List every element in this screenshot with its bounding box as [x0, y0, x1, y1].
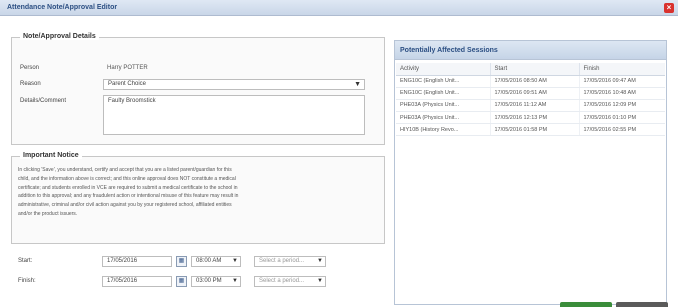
notice-legend: Important Notice: [20, 152, 82, 159]
column-header-start[interactable]: Start: [490, 63, 580, 76]
person-value: Harry POTTER: [107, 65, 148, 71]
sessions-header: Potentially Affected Sessions: [395, 41, 666, 60]
notice-line: addition to this approval; and any fraud…: [18, 193, 239, 200]
notice-line: administrative, criminal and/or civil ac…: [18, 202, 232, 209]
chevron-down-icon[interactable]: ▼: [317, 278, 323, 284]
start-time-value: 08:00 AM: [196, 258, 222, 264]
finish-time-select[interactable]: 03:00 PM ▼: [191, 276, 241, 287]
calendar-icon[interactable]: ▦: [176, 256, 187, 267]
start-label: Start:: [18, 258, 33, 264]
finish-cell: 17/05/2016 02:55 PM: [579, 123, 665, 137]
calendar-icon[interactable]: ▦: [176, 276, 187, 287]
finish-period-placeholder: Select a period...: [259, 278, 305, 284]
comment-textarea[interactable]: Faulty Broomstick: [103, 95, 365, 135]
start-cell: 17/05/2016 09:51 AM: [490, 87, 580, 100]
reason-label: Reason: [20, 81, 41, 87]
start-period-select[interactable]: Select a period... ▼: [254, 256, 326, 267]
finish-cell: 17/05/2016 10:48 AM: [579, 87, 665, 100]
table-row[interactable]: PHE03A (Physics Unit... 17/05/2016 11:12…: [396, 99, 665, 113]
affected-sessions-panel: Potentially Affected Sessions Activity S…: [394, 40, 667, 305]
sessions-table: Activity Start Finish ENG10C (English Un…: [396, 63, 665, 137]
finish-date-input[interactable]: 17/05/2016: [102, 276, 172, 287]
start-date-input[interactable]: 17/05/2016: [102, 256, 172, 267]
finish-date-value: 17/05/2016: [107, 278, 138, 284]
start-period-placeholder: Select a period...: [259, 258, 305, 264]
finish-label: Finish:: [18, 278, 36, 284]
activity-cell: ENG10C (English Unit...: [396, 87, 491, 100]
table-row[interactable]: HIY10B (History Revo... 17/05/2016 01:58…: [396, 123, 665, 137]
notice-line: and/or the product issuers.: [18, 210, 78, 217]
table-row[interactable]: PHE03A (Physics Unit... 17/05/2016 12:13…: [396, 111, 665, 125]
finish-period-select[interactable]: Select a period... ▼: [254, 276, 326, 287]
finish-cell: 17/05/2016 12:09 PM: [579, 99, 665, 113]
sessions-title: Potentially Affected Sessions: [400, 47, 498, 54]
table-header-row: Activity Start Finish: [396, 63, 665, 76]
details-legend: Note/Approval Details: [20, 33, 99, 40]
reason-select[interactable]: Parent Choice ▼: [103, 79, 365, 90]
comment-label: Details/Comment: [20, 98, 67, 104]
start-date-value: 17/05/2016: [107, 258, 138, 264]
chevron-down-icon[interactable]: ▼: [354, 81, 361, 88]
notice-text: In clicking 'Save', you understand, cert…: [18, 166, 376, 219]
start-cell: 17/05/2016 01:58 PM: [490, 123, 580, 137]
important-notice-panel: Important Notice In clicking 'Save', you…: [11, 152, 385, 244]
window-titlebar: Attendance Note/Approval Editor ×: [0, 0, 678, 16]
activity-cell: PHE03A (Physics Unit...: [396, 111, 491, 125]
save-button[interactable]: [560, 302, 612, 307]
finish-time-value: 03:00 PM: [196, 278, 222, 284]
chevron-down-icon[interactable]: ▼: [232, 278, 238, 284]
comment-value: Faulty Broomstick: [108, 98, 156, 104]
start-cell: 17/05/2016 12:13 PM: [490, 111, 580, 125]
activity-cell: ENG10C (English Unit...: [396, 75, 491, 88]
notice-line: In clicking 'Save', you understand, cert…: [18, 167, 232, 173]
table-row[interactable]: ENG10C (English Unit... 17/05/2016 09:51…: [396, 87, 665, 100]
person-label: Person: [20, 65, 40, 71]
activity-cell: HIY10B (History Revo...: [396, 123, 491, 137]
notice-line: certificate; and students enrolled in VC…: [18, 184, 238, 191]
finish-cell: 17/05/2016 09:47 AM: [579, 75, 665, 88]
note-approval-details-panel: Note/Approval Details Person Harry POTTE…: [11, 33, 385, 145]
cancel-button[interactable]: [616, 302, 668, 307]
chevron-down-icon[interactable]: ▼: [317, 258, 323, 264]
close-icon[interactable]: ×: [664, 3, 674, 13]
finish-cell: 17/05/2016 01:10 PM: [579, 111, 665, 125]
chevron-down-icon[interactable]: ▼: [232, 258, 238, 264]
start-cell: 17/05/2016 11:12 AM: [490, 99, 580, 113]
start-cell: 17/05/2016 08:50 AM: [490, 75, 580, 88]
column-header-activity[interactable]: Activity: [396, 63, 491, 76]
table-row[interactable]: ENG10C (English Unit... 17/05/2016 08:50…: [396, 75, 665, 88]
notice-line: child, and the information above is corr…: [18, 175, 236, 182]
window-title: Attendance Note/Approval Editor: [7, 4, 118, 11]
activity-cell: PHE03A (Physics Unit...: [396, 99, 491, 113]
start-time-select[interactable]: 08:00 AM ▼: [191, 256, 241, 267]
reason-value: Parent Choice: [108, 81, 147, 87]
column-header-finish[interactable]: Finish: [579, 63, 665, 76]
